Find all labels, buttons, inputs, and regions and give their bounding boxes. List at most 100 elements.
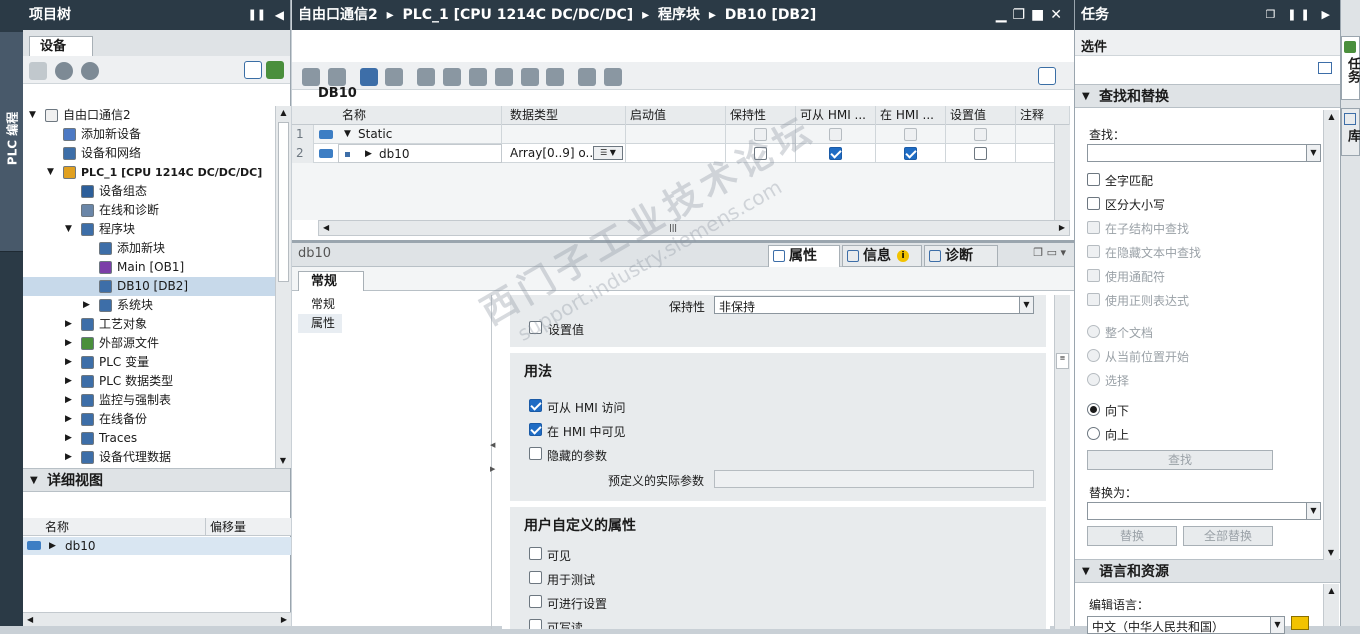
properties-scrollbar[interactable]: ≡: [1054, 295, 1070, 629]
collapsed-arrow-icon[interactable]: ▶: [65, 334, 72, 353]
table-row[interactable]: 2 ▶ db10 Array[0..9] o... ☰ ▼: [292, 144, 1070, 163]
hidden-param-checkbox[interactable]: [529, 447, 542, 460]
find-button[interactable]: 查找: [1087, 450, 1273, 470]
tree-item[interactable]: 添加新设备: [23, 125, 275, 144]
hmi-access-checkbox[interactable]: [529, 399, 542, 412]
find-option-checkbox[interactable]: [1087, 293, 1100, 306]
new-folder-icon[interactable]: [29, 62, 47, 80]
column-header[interactable]: 设置值: [946, 106, 1016, 125]
hmi-access-checkbox[interactable]: [829, 147, 842, 160]
hmi-visible-checkbox[interactable]: [529, 423, 542, 436]
retain-checkbox[interactable]: [754, 128, 767, 141]
replace-dropdown-icon[interactable]: ▼: [1306, 503, 1320, 519]
tree-item[interactable]: ▼ 自由口通信2: [23, 106, 275, 125]
tree-item[interactable]: ▶ 外部源文件: [23, 334, 275, 353]
overview-icon[interactable]: [244, 61, 262, 79]
tree-item[interactable]: ▶ 在线备份: [23, 410, 275, 429]
column-header[interactable]: 保持性: [726, 106, 796, 125]
user-attr-checkbox[interactable]: [529, 619, 542, 629]
hmi-access-checkbox[interactable]: [829, 128, 842, 141]
nav-general[interactable]: 常规: [298, 295, 491, 314]
name-cell[interactable]: ▶ db10: [338, 144, 502, 163]
tree-scroll-up[interactable]: ▲: [276, 106, 291, 120]
hmi-visible-checkbox[interactable]: [904, 147, 917, 160]
setpoint-checkbox[interactable]: [974, 147, 987, 160]
type-cell[interactable]: [506, 125, 626, 144]
tree-item[interactable]: ▼ 程序块: [23, 220, 275, 239]
tab-devices[interactable]: 设备: [29, 36, 93, 56]
splitter[interactable]: ◀ ▶: [490, 433, 496, 493]
column-header[interactable]: 数据类型: [506, 106, 626, 125]
column-header[interactable]: 在 HMI ...: [876, 106, 946, 125]
collapsed-arrow-icon[interactable]: ▶: [83, 296, 90, 315]
detail-hscroll[interactable]: ◀ ▶: [23, 612, 291, 626]
tree-item[interactable]: 设备组态: [23, 182, 275, 201]
copy-snapshot-icon[interactable]: [417, 68, 436, 86]
scope-radio[interactable]: [1087, 325, 1100, 338]
column-header[interactable]: 注释: [1016, 106, 1070, 125]
direction-radio[interactable]: [1087, 427, 1100, 440]
minimize-panel-icon[interactable]: ❚❚: [248, 0, 266, 30]
breadcrumb-item[interactable]: 自由口通信2: [298, 7, 378, 23]
scope-radio[interactable]: [1087, 373, 1100, 386]
grid-hscroll-grip[interactable]: |||: [669, 221, 677, 235]
collapse-find-icon[interactable]: ▼: [1082, 85, 1090, 109]
expand-all-icon[interactable]: [578, 68, 597, 86]
retain-select[interactable]: 非保持 ▼: [714, 296, 1034, 314]
collapsed-arrow-icon[interactable]: ▶: [65, 429, 72, 448]
expanded-arrow-icon[interactable]: ▼: [65, 220, 72, 239]
tasks-scrollbar[interactable]: ▲ ▼: [1323, 110, 1339, 560]
expanded-arrow-icon[interactable]: ▼: [47, 163, 54, 182]
breadcrumb-item[interactable]: DB10 [DB2]: [725, 7, 816, 23]
column-header[interactable]: 可从 HMI ...: [796, 106, 876, 125]
tree-item[interactable]: ▶ 工艺对象: [23, 315, 275, 334]
column-header[interactable]: 名称: [338, 106, 502, 125]
find-option-checkbox[interactable]: [1087, 269, 1100, 282]
add-row-icon[interactable]: [327, 68, 346, 86]
list-icon[interactable]: [546, 68, 565, 86]
tab-diagnostics[interactable]: 诊断: [924, 245, 998, 267]
load-snapshot-icon[interactable]: [443, 68, 462, 86]
sync-icon[interactable]: [266, 61, 284, 79]
edit-lang-select[interactable]: 中文（中华人民共和国） ▼: [1087, 616, 1285, 634]
find-option-checkbox[interactable]: [1087, 221, 1100, 234]
collapsed-arrow-icon[interactable]: ▶: [65, 391, 72, 410]
expand-arrow-icon[interactable]: ▶: [49, 537, 56, 555]
collapsed-arrow-icon[interactable]: ▶: [65, 448, 72, 467]
predefined-input[interactable]: [714, 470, 1034, 488]
reset-icon[interactable]: [520, 68, 539, 86]
language-header[interactable]: ▼ 语言和资源: [1075, 559, 1341, 583]
user-attr-checkbox[interactable]: [529, 571, 542, 584]
tree-item[interactable]: DB10 [DB2]: [23, 277, 275, 296]
detail-col-name[interactable]: 名称: [45, 518, 69, 536]
collapsed-arrow-icon[interactable]: ▶: [65, 315, 72, 334]
chevron-down-icon[interactable]: ▼: [1019, 297, 1033, 313]
tree-item[interactable]: ▼ PLC_1 [CPU 1214C DC/DC/DC]: [23, 163, 275, 182]
find-option-checkbox[interactable]: [1087, 197, 1100, 210]
direction-radio[interactable]: [1087, 403, 1100, 416]
collapse-icon[interactable]: ▼: [30, 469, 38, 493]
expanded-arrow-icon[interactable]: ▼: [344, 125, 351, 144]
breadcrumb-item[interactable]: PLC_1 [CPU 1214C DC/DC/DC]: [403, 7, 634, 23]
tree-item[interactable]: 设备和网络: [23, 144, 275, 163]
tree-item[interactable]: 添加新块: [23, 239, 275, 258]
detail-col-offset[interactable]: 偏移量: [205, 518, 285, 536]
column-header[interactable]: 启动值: [626, 106, 726, 125]
tree-scroll-thumb[interactable]: [278, 122, 289, 282]
tree-scroll-down[interactable]: ▼: [276, 454, 290, 468]
tree-item[interactable]: ▶ 系统块: [23, 296, 275, 315]
tab-info[interactable]: 信息 i: [842, 245, 922, 267]
tasks-scroll-up[interactable]: ▲: [1324, 110, 1339, 124]
find-input[interactable]: ▼: [1087, 144, 1321, 162]
collapsed-arrow-icon[interactable]: ▶: [365, 145, 372, 162]
back-icon[interactable]: [54, 62, 73, 80]
lang-scrollbar[interactable]: ▲: [1323, 584, 1339, 626]
layout-icon[interactable]: [1038, 67, 1056, 85]
start-value-cell[interactable]: [626, 144, 726, 163]
grid-hscroll[interactable]: ◀ ||| ▶: [318, 220, 1070, 236]
subtab-general[interactable]: 常规: [298, 271, 364, 291]
lang-scroll-up[interactable]: ▲: [1324, 584, 1339, 598]
detail-row[interactable]: ▶ db10: [23, 537, 291, 555]
find-dropdown-icon[interactable]: ▼: [1306, 145, 1320, 161]
detail-view-header[interactable]: ▼ 详细视图: [23, 468, 290, 492]
